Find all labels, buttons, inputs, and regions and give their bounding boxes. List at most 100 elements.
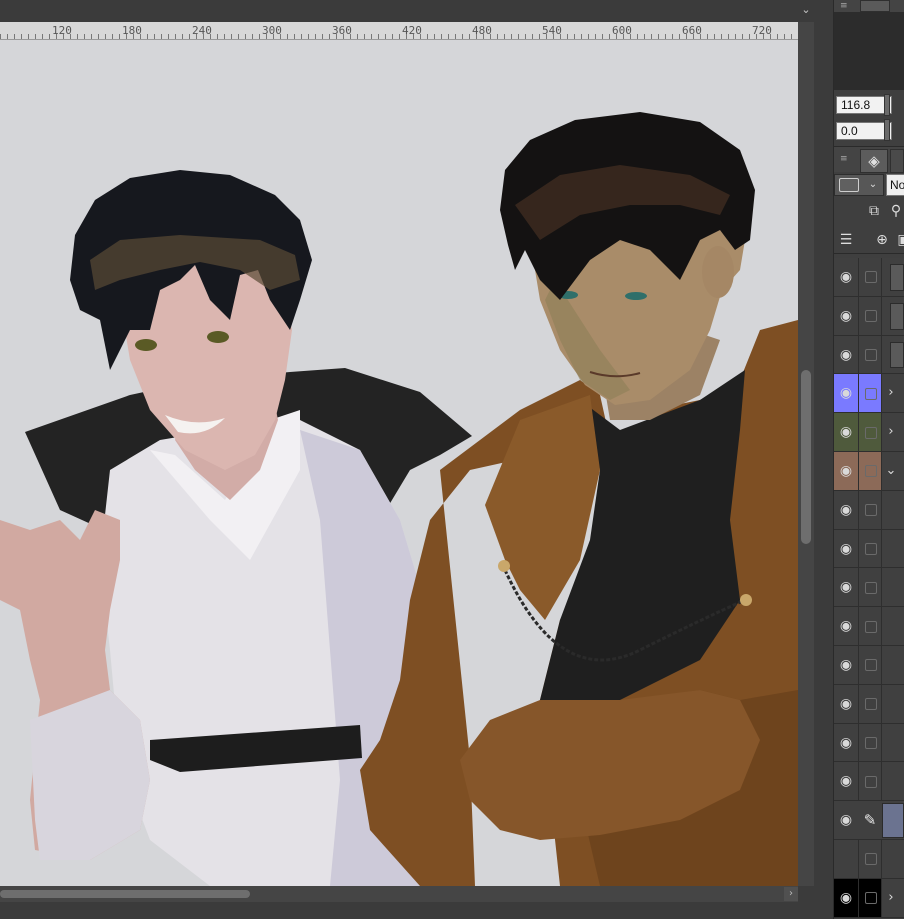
canvas-artwork[interactable]: [0, 40, 798, 886]
new-vector-layer-icon[interactable]: ▣: [894, 230, 904, 250]
lock-checkbox-icon[interactable]: [865, 426, 877, 439]
lock-checkbox-icon[interactable]: [865, 310, 877, 323]
layer-lock-cell[interactable]: [858, 762, 882, 801]
eye-icon[interactable]: ◉: [834, 878, 858, 917]
layer-thumbnail[interactable]: [890, 341, 904, 369]
layer-folder-row[interactable]: ◉ ›: [834, 413, 904, 452]
eye-icon[interactable]: ◉: [834, 336, 858, 374]
eye-icon[interactable]: ◉: [834, 607, 858, 645]
layer-color-dropdown[interactable]: ⌄: [834, 174, 884, 196]
eye-icon[interactable]: ◉: [834, 297, 858, 335]
blend-mode-select[interactable]: No: [886, 174, 904, 196]
layer-row[interactable]: ◉: [834, 258, 904, 297]
layer-lock-cell[interactable]: [858, 568, 882, 607]
layer-lock-cell[interactable]: [858, 684, 882, 723]
lock-checkbox-icon[interactable]: [865, 465, 877, 478]
layer-row[interactable]: ◉: [834, 529, 904, 569]
layer-thumbnail[interactable]: [890, 302, 904, 330]
layer-lock-cell[interactable]: [858, 296, 882, 335]
chevron-down-icon[interactable]: ⌄: [884, 452, 898, 490]
layer-lock-cell[interactable]: [858, 607, 882, 645]
layer-lock-cell[interactable]: [858, 723, 882, 762]
lock-checkbox-icon[interactable]: [865, 659, 877, 672]
eye-icon[interactable]: ◉: [834, 724, 858, 762]
layer-list[interactable]: ◉ ◉ ◉ ◉ › ◉ › ◉ ⌄ ◉ ◉ ◉ ◉ ◉ ◉ ◉ ◉ ◉ ✎ ◉ ›: [834, 258, 904, 919]
lock-checkbox-icon[interactable]: [865, 348, 877, 361]
eye-icon[interactable]: ◉: [834, 258, 858, 296]
new-layer-icon[interactable]: ⊕: [872, 230, 892, 250]
lock-checkbox-icon[interactable]: [865, 775, 877, 788]
layer-row[interactable]: ◉: [834, 723, 904, 763]
layer-property-icon[interactable]: ☰: [836, 230, 856, 250]
clip-layer-icon[interactable]: ⧉: [864, 201, 884, 221]
chevron-right-icon[interactable]: ›: [884, 413, 898, 451]
lock-checkbox-icon[interactable]: [865, 853, 877, 866]
eye-icon[interactable]: ◉: [834, 530, 858, 568]
lock-checkbox-icon[interactable]: [865, 892, 877, 905]
layer-lock-cell[interactable]: [858, 529, 882, 568]
lock-checkbox-icon[interactable]: [865, 271, 877, 284]
scroll-right-arrow-icon[interactable]: ›: [784, 887, 798, 901]
eye-icon[interactable]: ◉: [834, 374, 858, 413]
chevron-right-icon[interactable]: ›: [884, 879, 898, 917]
vertical-scrollbar[interactable]: [798, 22, 814, 886]
layer-row[interactable]: ◉: [834, 490, 904, 530]
zoom-slider-handle[interactable]: [884, 94, 890, 116]
eye-icon[interactable]: ◉: [834, 568, 858, 606]
layer-row[interactable]: ◉: [834, 568, 904, 608]
layer-row[interactable]: ◉: [834, 296, 904, 336]
pen-edit-icon[interactable]: ✎: [858, 801, 882, 839]
layer-folder-row[interactable]: ◉ ⌄: [834, 452, 904, 491]
layer-lock-cell[interactable]: [858, 490, 882, 529]
lock-checkbox-icon[interactable]: [865, 620, 877, 633]
eye-icon[interactable]: ◉: [834, 413, 858, 451]
lock-checkbox-icon[interactable]: [865, 736, 877, 749]
horizontal-scrollbar[interactable]: [0, 886, 798, 902]
horizontal-scrollbar-thumb[interactable]: [0, 890, 250, 898]
layer-lock-cell[interactable]: [858, 878, 882, 917]
layer-row[interactable]: ◉: [834, 335, 904, 375]
panel-menu-icon[interactable]: ≡: [840, 2, 850, 11]
layer-row[interactable]: ◉: [834, 607, 904, 646]
layer-folder-row[interactable]: ◉ ›: [834, 374, 904, 414]
lock-checkbox-icon[interactable]: [865, 581, 877, 594]
panel-divider[interactable]: [814, 0, 834, 919]
eye-icon[interactable]: ◉: [834, 491, 858, 529]
eye-icon[interactable]: ◉: [834, 762, 858, 800]
layer-row[interactable]: ◉: [834, 646, 904, 685]
navigator-tab[interactable]: [860, 0, 890, 12]
reference-layer-icon[interactable]: ⚲: [886, 201, 904, 221]
drawing-canvas[interactable]: [0, 40, 798, 886]
layer-selected-highlight[interactable]: [882, 803, 904, 838]
layer-lock-cell[interactable]: [858, 374, 882, 413]
eye-icon[interactable]: ◉: [834, 685, 858, 723]
lock-checkbox-icon[interactable]: [865, 504, 877, 517]
layer-lock-cell[interactable]: [858, 335, 882, 374]
eye-hidden-icon[interactable]: [834, 840, 858, 878]
rotation-slider-handle[interactable]: [884, 119, 890, 141]
layer-row[interactable]: ◉ ✎: [834, 801, 904, 840]
lock-checkbox-icon[interactable]: [865, 542, 877, 555]
eye-icon[interactable]: ◉: [834, 646, 858, 684]
eye-icon[interactable]: ◉: [834, 801, 858, 839]
navigator-preview[interactable]: [834, 12, 904, 90]
chevron-down-icon[interactable]: ⌄: [798, 2, 814, 18]
layer-row[interactable]: [834, 840, 904, 879]
layer-lock-cell[interactable]: [858, 840, 882, 878]
layers-tab[interactable]: ◈: [860, 149, 888, 173]
layer-lock-cell[interactable]: [858, 646, 882, 684]
layer-lock-cell[interactable]: [858, 452, 882, 490]
panel-menu-icon[interactable]: ≡: [840, 155, 850, 164]
layer-lock-cell[interactable]: [858, 413, 882, 451]
vertical-scrollbar-thumb[interactable]: [801, 370, 811, 544]
lock-checkbox-icon[interactable]: [865, 387, 877, 400]
eye-icon[interactable]: ◉: [834, 452, 858, 490]
layer-row[interactable]: ◉: [834, 684, 904, 724]
layer-tab-secondary[interactable]: [890, 149, 904, 173]
layer-folder-row[interactable]: ◉ ›: [834, 878, 904, 918]
layer-lock-cell[interactable]: [858, 258, 882, 296]
layer-thumbnail[interactable]: [890, 264, 904, 291]
layer-row[interactable]: ◉: [834, 762, 904, 802]
chevron-right-icon[interactable]: ›: [884, 374, 898, 412]
lock-checkbox-icon[interactable]: [865, 698, 877, 711]
